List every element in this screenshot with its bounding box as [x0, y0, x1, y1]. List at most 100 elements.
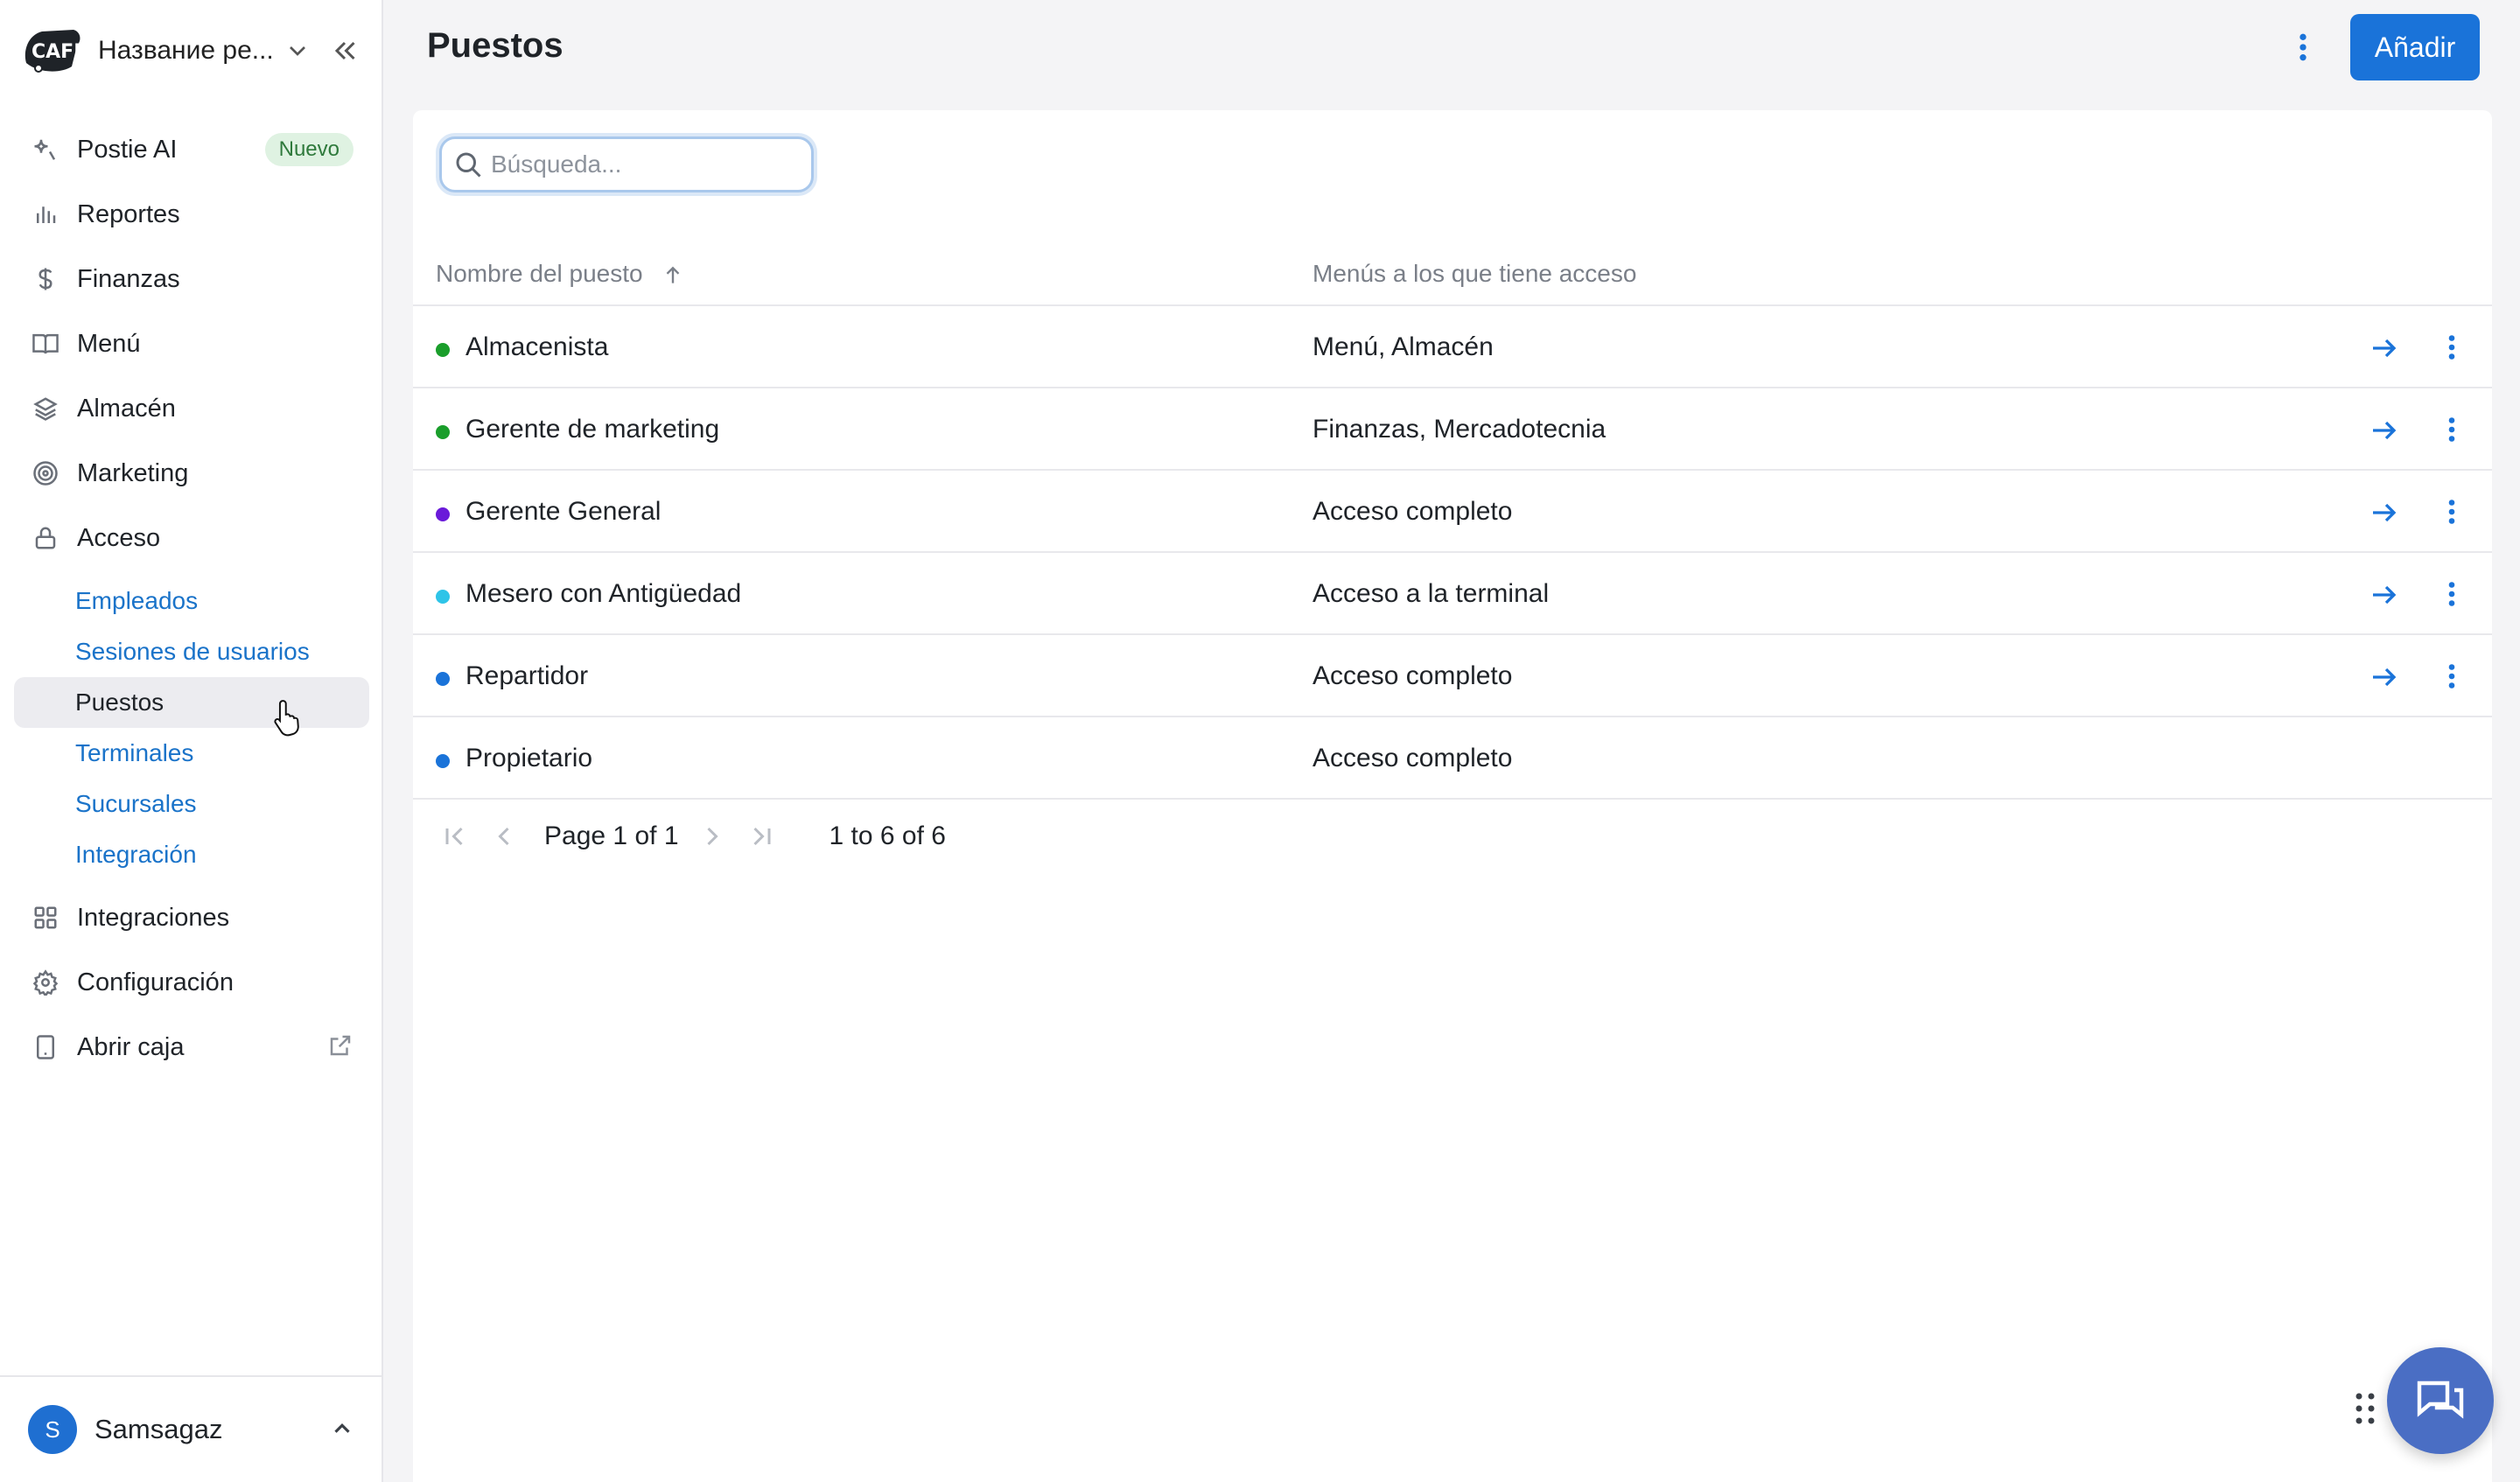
next-page-icon[interactable]	[696, 821, 728, 852]
table-row[interactable]: Repartidor Acceso completo	[413, 635, 2492, 717]
sidebar-subitem-sucursales[interactable]: Sucursales	[14, 779, 369, 829]
chevron-down-icon[interactable]	[284, 37, 312, 65]
row-more-icon[interactable]	[2436, 578, 2468, 610]
position-menus: Finanzas, Mercadotecnia	[1312, 415, 1606, 444]
sidebar-item-label: Reportes	[77, 199, 180, 228]
page-indicator: Page 1 of 1	[544, 821, 679, 851]
of-label: of	[634, 821, 657, 850]
external-link-icon	[330, 1035, 351, 1056]
sidebar-item-menu[interactable]: Menú	[14, 311, 369, 376]
search-input[interactable]	[491, 150, 788, 178]
row-more-icon[interactable]	[2436, 332, 2468, 363]
grid-icon	[30, 902, 61, 933]
sidebar-item-marketing[interactable]: Marketing	[14, 441, 369, 506]
sidebar-item-acceso[interactable]: Acceso	[14, 506, 369, 570]
more-options-icon[interactable]	[2286, 30, 2320, 65]
tablet-icon	[30, 1031, 61, 1063]
position-menus: Acceso completo	[1312, 661, 1513, 690]
sidebar-item-configuracion[interactable]: Configuración	[14, 950, 369, 1015]
svg-text:CAFE: CAFE	[32, 41, 84, 63]
chat-icon	[2417, 1381, 2464, 1419]
table-row[interactable]: Gerente de marketing Finanzas, Mercadote…	[413, 388, 2492, 471]
arrow-right-icon[interactable]	[2368, 579, 2399, 611]
gear-icon	[30, 967, 61, 998]
row-more-icon[interactable]	[2436, 661, 2468, 692]
arrow-right-icon[interactable]	[2368, 661, 2399, 693]
position-menus: Acceso a la terminal	[1312, 579, 1550, 608]
avatar: S	[28, 1405, 77, 1454]
position-name: Gerente de marketing	[466, 415, 720, 444]
sidebar-item-label: Integraciones	[77, 903, 230, 932]
last-page-icon[interactable]	[746, 821, 777, 852]
sidebar-subitem-integracion[interactable]: Integración	[14, 829, 369, 880]
arrow-right-icon[interactable]	[2368, 497, 2399, 528]
status-dot	[436, 343, 450, 357]
position-name: Almacenista	[466, 332, 609, 361]
sidebar-item-almacen[interactable]: Almacén	[14, 376, 369, 441]
status-dot	[436, 590, 450, 604]
status-dot	[436, 507, 450, 521]
sidebar-item-label: Finanzas	[77, 264, 180, 293]
table-header: Nombre del puesto Menús a los que tiene …	[413, 241, 2492, 306]
first-page-icon[interactable]	[439, 821, 471, 852]
sidebar-item-label: Configuración	[77, 968, 234, 996]
sidebar-item-postie-ai[interactable]: Postie AI Nuevo	[14, 117, 369, 182]
results-range: 1 to 6 of 6	[829, 821, 946, 850]
column-header-menus: Menús a los que tiene acceso	[1312, 260, 1637, 287]
user-name: Samsagaz	[94, 1414, 223, 1444]
position-name: Propietario	[466, 744, 593, 772]
sidebar-item-label: Menú	[77, 329, 141, 358]
add-button[interactable]: Añadir	[2350, 14, 2480, 80]
row-more-icon[interactable]	[2436, 496, 2468, 528]
venue-name: Название ре...	[98, 36, 274, 65]
column-header-name[interactable]: Nombre del puesto	[436, 241, 684, 306]
column-header-label: Nombre del puesto	[436, 260, 643, 287]
position-menus: Menú, Almacén	[1312, 332, 1494, 361]
brand-switcher[interactable]: CAFE Название ре...	[21, 24, 362, 77]
arrow-right-icon[interactable]	[2368, 332, 2399, 364]
bar-chart-icon	[30, 199, 61, 230]
sidebar-subitem-terminales[interactable]: Terminales	[14, 728, 369, 779]
sparkle-icon	[30, 134, 61, 165]
status-dot	[436, 754, 450, 768]
sidebar-item-label: Postie AI	[77, 135, 178, 164]
cafe-logo-icon: CAFE	[24, 30, 84, 73]
table-row[interactable]: Mesero con Antigüedad Acceso a la termin…	[413, 553, 2492, 635]
sidebar-item-label: Almacén	[77, 394, 176, 423]
book-icon	[30, 328, 61, 360]
table-row[interactable]: Gerente General Acceso completo	[413, 471, 2492, 553]
sidebar-item-reportes[interactable]: Reportes	[14, 182, 369, 247]
sidebar-item-label: Acceso	[77, 523, 161, 552]
position-menus: Acceso completo	[1312, 497, 1513, 526]
user-menu[interactable]: S Samsagaz	[0, 1375, 382, 1482]
prev-page-icon[interactable]	[488, 821, 520, 852]
search-icon	[456, 152, 481, 178]
collapse-sidebar-icon[interactable]	[329, 35, 360, 66]
sidebar-item-abrir-caja[interactable]: Abrir caja	[14, 1015, 369, 1080]
sidebar-item-finanzas[interactable]: Finanzas	[14, 247, 369, 311]
sidebar-item-label: Abrir caja	[77, 1032, 185, 1061]
position-name: Mesero con Antigüedad	[466, 579, 742, 608]
table-row[interactable]: Almacenista Menú, Almacén	[413, 306, 2492, 388]
sidebar-subitem-empleados[interactable]: Empleados	[14, 576, 369, 626]
drag-handle-icon[interactable]	[2352, 1389, 2378, 1428]
arrow-right-icon[interactable]	[2368, 415, 2399, 446]
sidebar-subitem-puestos[interactable]: Puestos	[14, 677, 369, 728]
dollar-icon	[30, 263, 61, 295]
sidebar-item-integraciones[interactable]: Integraciones	[14, 885, 369, 950]
sidebar-nav: Postie AI Nuevo Reportes Finanzas Menú A…	[14, 117, 369, 1080]
sidebar-item-label: Marketing	[77, 458, 189, 487]
table-row[interactable]: Propietario Acceso completo	[413, 717, 2492, 800]
search-box[interactable]	[439, 136, 814, 192]
lock-icon	[30, 522, 61, 554]
position-name: Gerente General	[466, 497, 662, 526]
chat-button[interactable]	[2387, 1347, 2494, 1454]
row-more-icon[interactable]	[2436, 414, 2468, 445]
sidebar-subitem-sesiones[interactable]: Sesiones de usuarios	[14, 626, 369, 677]
app-root: CAFE Название ре... Postie AI Nuevo Repo…	[0, 0, 2520, 1482]
sort-ascending-icon[interactable]	[662, 264, 684, 287]
total-pages: 1	[663, 821, 679, 850]
current-page: 1	[612, 821, 628, 850]
layers-icon	[30, 393, 61, 424]
target-icon	[30, 458, 61, 489]
